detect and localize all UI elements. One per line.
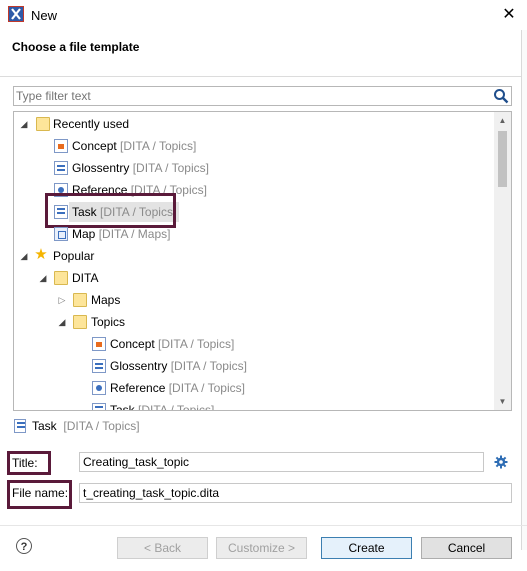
item-name: Concept xyxy=(110,337,155,351)
description-name: Task xyxy=(32,419,57,433)
item-category: [DITA / Maps] xyxy=(98,227,171,241)
tree-node-maps[interactable]: ▷ Maps xyxy=(56,290,476,310)
item-category: [DITA / Topics] xyxy=(132,161,209,175)
item-name: Task xyxy=(110,403,135,411)
item-category: [DITA / Topics] xyxy=(168,381,245,395)
star-icon: ★ xyxy=(34,246,48,263)
title-bar: New ✕ xyxy=(0,0,527,30)
cancel-button[interactable]: Cancel xyxy=(421,537,512,559)
folder-icon xyxy=(54,271,68,285)
template-tree[interactable]: ◢ Recently used Concept [DITA / Topics] … xyxy=(13,111,512,411)
collapse-arrow-icon[interactable]: ◢ xyxy=(18,246,30,266)
collapse-arrow-icon[interactable]: ◢ xyxy=(37,268,49,288)
item-category: [DITA / Topics] xyxy=(138,403,215,411)
collapse-arrow-icon[interactable]: ◢ xyxy=(56,312,68,332)
create-button[interactable]: Create xyxy=(321,537,412,559)
app-icon xyxy=(8,6,24,22)
item-name: Map xyxy=(72,227,96,241)
close-button[interactable]: ✕ xyxy=(491,0,527,30)
page-title: Choose a file template xyxy=(12,40,140,54)
window-title: New xyxy=(31,8,58,23)
glossentry-icon xyxy=(92,359,106,373)
filter-box xyxy=(13,86,512,106)
new-file-dialog: New ✕ Choose a file template ◢ Recently … xyxy=(0,0,527,571)
tree-item-task[interactable]: Task [DITA / Topics] xyxy=(90,400,480,411)
back-button[interactable]: < Back xyxy=(117,537,208,559)
tree-item-glossentry[interactable]: Glossentry [DITA / Topics] xyxy=(90,356,480,376)
window-edge xyxy=(521,30,527,550)
item-name: Concept xyxy=(72,139,117,153)
highlight-box xyxy=(45,193,176,228)
tree-item-concept[interactable]: Concept [DITA / Topics] xyxy=(90,334,480,354)
folder-icon xyxy=(73,315,87,329)
title-label: Title: xyxy=(12,456,38,470)
concept-icon xyxy=(92,337,106,351)
task-icon xyxy=(92,403,106,410)
tree-node-dita[interactable]: ◢ DITA xyxy=(37,268,477,288)
description-category: [DITA / Topics] xyxy=(63,419,140,433)
item-category: [DITA / Topics] xyxy=(120,139,197,153)
help-icon[interactable]: ? xyxy=(16,538,32,554)
customize-button[interactable]: Customize > xyxy=(216,537,307,559)
search-icon[interactable] xyxy=(493,88,509,104)
item-category: [DITA / Topics] xyxy=(170,359,247,373)
footer-divider xyxy=(0,525,527,526)
item-name: Reference xyxy=(110,381,166,395)
scroll-up-arrow-icon[interactable]: ▲ xyxy=(494,112,511,129)
tree-item-reference[interactable]: Reference [DITA / Topics] xyxy=(90,378,480,398)
tree-item-glossentry[interactable]: Glossentry [DITA / Topics] xyxy=(52,158,472,178)
item-name: Glossentry xyxy=(72,161,130,175)
folder-icon xyxy=(36,117,50,131)
tree-node-label: Popular xyxy=(53,249,95,263)
tree-item-map[interactable]: Map [DITA / Maps] xyxy=(52,224,472,244)
tree-node-label: DITA xyxy=(72,271,99,285)
item-name: Glossentry xyxy=(110,359,168,373)
tree-node-label: Maps xyxy=(91,293,121,307)
dialog-header: Choose a file template xyxy=(0,30,527,77)
tree-node-label: Recently used xyxy=(53,117,130,131)
vertical-scrollbar[interactable]: ▲ ▼ xyxy=(494,112,511,410)
expand-arrow-icon[interactable]: ▷ xyxy=(56,290,68,310)
tree-node-popular[interactable]: ◢ ★ Popular xyxy=(18,246,478,266)
map-icon xyxy=(54,227,68,241)
tree-node-topics[interactable]: ◢ Topics xyxy=(56,312,476,332)
glossentry-icon xyxy=(54,161,68,175)
tree-node-label: Topics xyxy=(91,315,126,329)
filename-input[interactable]: t_creating_task_topic.dita xyxy=(79,483,512,503)
task-icon xyxy=(14,419,26,433)
title-input[interactable]: Creating_task_topic xyxy=(79,452,484,472)
gear-icon[interactable] xyxy=(494,455,508,469)
reference-icon xyxy=(92,381,106,395)
folder-icon xyxy=(73,293,87,307)
tree-node-recently-used[interactable]: ◢ Recently used xyxy=(18,114,478,134)
scroll-down-arrow-icon[interactable]: ▼ xyxy=(494,393,511,410)
concept-icon xyxy=(54,139,68,153)
filename-label: File name: xyxy=(12,486,69,500)
scroll-thumb[interactable] xyxy=(498,131,507,187)
filter-input[interactable] xyxy=(16,88,486,104)
item-category: [DITA / Topics] xyxy=(158,337,235,351)
tree-item-concept[interactable]: Concept [DITA / Topics] xyxy=(52,136,472,156)
collapse-arrow-icon[interactable]: ◢ xyxy=(18,114,30,134)
